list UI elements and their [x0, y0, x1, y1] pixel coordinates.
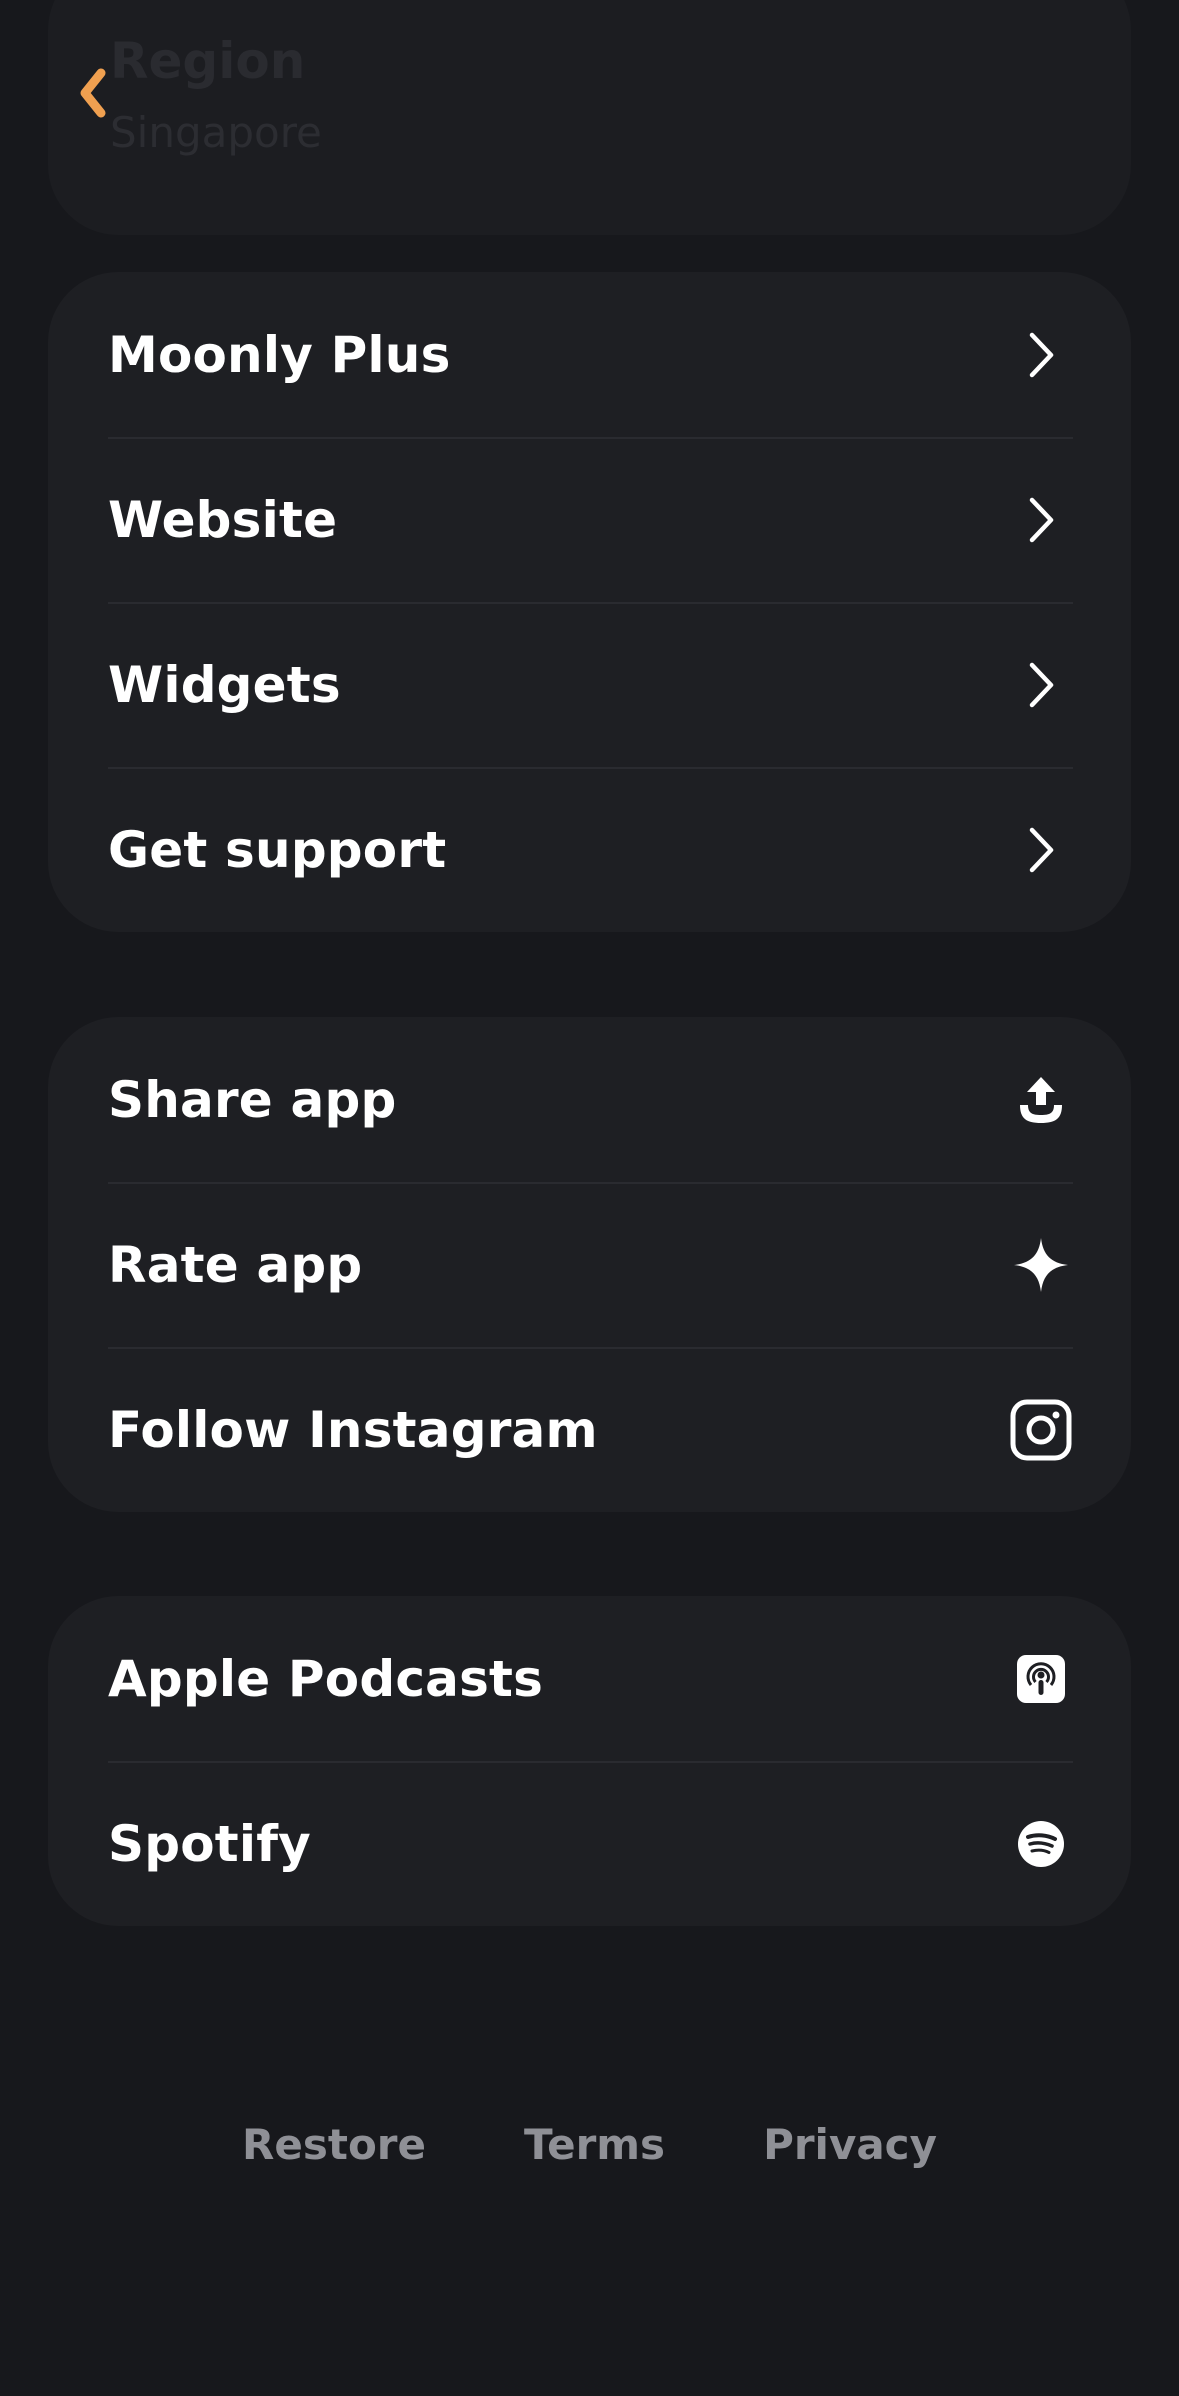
row-get-support[interactable]: Get support: [108, 767, 1073, 932]
region-value: Singapore: [110, 108, 322, 157]
share-upload-icon: [1009, 1068, 1073, 1132]
settings-group-podcasts: Apple Podcasts Spotify: [48, 1596, 1131, 1926]
chevron-right-icon: [1009, 323, 1073, 387]
chevron-left-icon: [80, 68, 106, 118]
row-apple-podcasts[interactable]: Apple Podcasts: [108, 1596, 1073, 1761]
row-label: Follow Instagram: [108, 1400, 598, 1459]
row-website[interactable]: Website: [108, 437, 1073, 602]
settings-group-links: Moonly Plus Website Widgets Get support: [48, 272, 1131, 932]
terms-link[interactable]: Terms: [524, 2120, 665, 2169]
back-button[interactable]: [68, 62, 118, 124]
row-spotify[interactable]: Spotify: [108, 1761, 1073, 1926]
row-label: Website: [108, 490, 338, 549]
row-share-app[interactable]: Share app: [108, 1017, 1073, 1182]
row-label: Share app: [108, 1070, 397, 1129]
row-label: Rate app: [108, 1235, 363, 1294]
row-label: Get support: [108, 820, 447, 879]
row-label: Moonly Plus: [108, 325, 451, 384]
apple-podcasts-icon: [1009, 1647, 1073, 1711]
spotify-icon: [1009, 1812, 1073, 1876]
row-moonly-plus[interactable]: Moonly Plus: [108, 272, 1073, 437]
row-label: Spotify: [108, 1814, 311, 1873]
row-rate-app[interactable]: Rate app: [108, 1182, 1073, 1347]
restore-link[interactable]: Restore: [242, 2120, 426, 2169]
chevron-right-icon: [1009, 653, 1073, 717]
instagram-icon: [1009, 1398, 1073, 1462]
settings-group-social: Share app Rate app Follow Instagram: [48, 1017, 1131, 1512]
privacy-link[interactable]: Privacy: [763, 2120, 937, 2169]
row-label: Widgets: [108, 655, 341, 714]
footer-links: Restore Terms Privacy: [0, 2120, 1179, 2169]
row-widgets[interactable]: Widgets: [108, 602, 1073, 767]
chevron-right-icon: [1009, 488, 1073, 552]
sparkle-star-icon: [1009, 1233, 1073, 1297]
region-title: Region: [110, 32, 306, 90]
row-label: Apple Podcasts: [108, 1649, 544, 1708]
row-follow-instagram[interactable]: Follow Instagram: [108, 1347, 1073, 1512]
chevron-right-icon: [1009, 818, 1073, 882]
